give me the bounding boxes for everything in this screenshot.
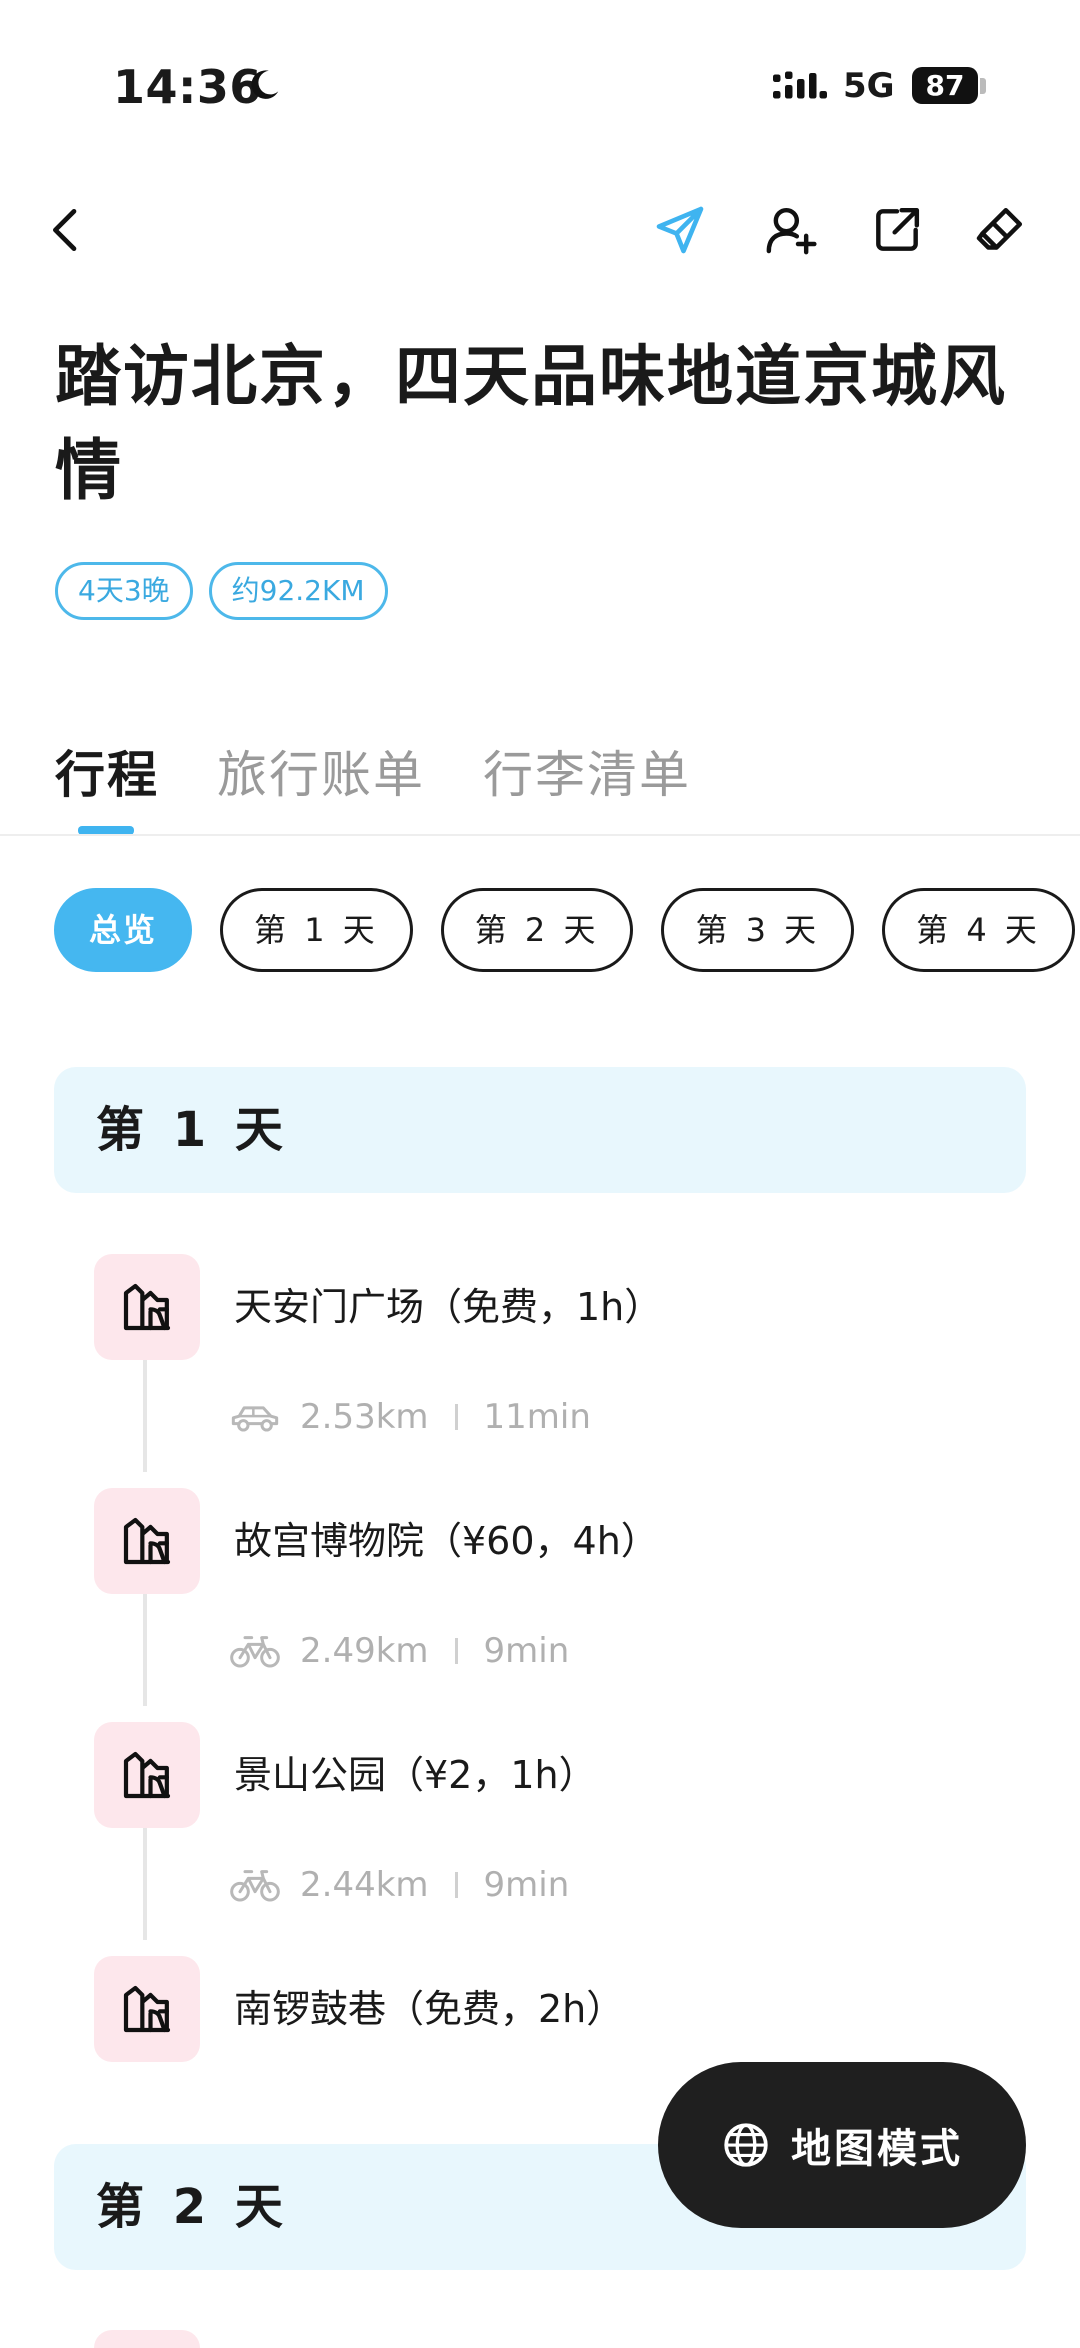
status-bar: 14:36 5G 87 (0, 0, 1080, 175)
stop-item[interactable]: 景山公园（¥2，1h） (94, 1722, 994, 1828)
edit-button[interactable] (965, 190, 1035, 270)
leg-separator (454, 1404, 458, 1430)
add-companion-button[interactable] (756, 190, 826, 270)
leg-duration: 9min (483, 1865, 570, 1905)
distance-tag: 约92.2KM (208, 562, 388, 620)
battery-nub (980, 78, 986, 94)
attraction-icon-badge (94, 1956, 200, 2062)
route-leg: 2.44km 9min (228, 1855, 569, 1915)
stop-name: 天安门广场（免费，1h） (234, 1285, 663, 1329)
attraction-icon-badge (94, 1722, 200, 1828)
chevron-left-icon (53, 209, 77, 252)
timeline-connector (143, 1828, 147, 1940)
stop-name: 故宫博物院（¥60，4h） (234, 1519, 659, 1563)
car-icon (231, 1406, 279, 1432)
battery-indicator: 87 (912, 67, 978, 104)
day-header-label: 第 1 天 (96, 1102, 289, 1158)
chip-overview[interactable]: 总览 (54, 888, 193, 972)
stop-item[interactable]: 故宫博物院（¥60，4h） (94, 1488, 994, 1594)
leg-distance: 2.49km (300, 1631, 429, 1671)
chip-day-3[interactable]: 第 3 天 (661, 888, 855, 972)
tab-itinerary[interactable]: 行程 (55, 735, 159, 807)
nav-bar (0, 190, 1080, 270)
day-chips: 总览 第 1 天 第 2 天 第 3 天 第 4 天 + (54, 888, 1080, 972)
leg-duration: 11min (483, 1397, 591, 1437)
itinerary-page: 14:36 5G 87 踏访北京，四天品味地道京城风情 4天3晚 约92.2KM… (0, 0, 1080, 2348)
signal-icon (773, 71, 827, 99)
paper-plane-icon (656, 206, 704, 254)
timeline-connector (143, 1594, 147, 1706)
route-leg: 2.49km 9min (228, 1621, 569, 1681)
tabs-divider (0, 834, 1080, 836)
trip-tags: 4天3晚 约92.2KM (55, 562, 388, 620)
network-label: 5G (843, 66, 895, 106)
stop-name: 景山公园（¥2，1h） (234, 1753, 597, 1797)
timeline-connector (143, 1360, 147, 1472)
stop-item[interactable]: 南锣鼓巷（免费，2h） (94, 1956, 994, 2062)
bike-icon (230, 1870, 280, 1902)
status-time: 14:36 (113, 60, 262, 114)
send-button[interactable] (645, 190, 715, 270)
bike-icon (230, 1636, 280, 1668)
attraction-icon (123, 1985, 171, 2033)
leg-separator (454, 1872, 458, 1898)
share-icon (876, 207, 920, 251)
leg-distance: 2.44km (300, 1865, 429, 1905)
map-mode-label: 地图模式 (791, 2126, 963, 2172)
day-header-1: 第 1 天 (54, 1067, 1026, 1193)
eraser-icon (976, 207, 1023, 250)
chip-day-4[interactable]: 第 4 天 (882, 888, 1075, 972)
attraction-icon (123, 1283, 171, 1331)
attraction-icon-badge (94, 2330, 200, 2348)
trip-title: 踏访北京，四天品味地道京城风情 (55, 338, 1007, 509)
attraction-icon-badge (94, 1254, 200, 1360)
globe-icon (724, 2123, 768, 2167)
tab-travel-bill[interactable]: 旅行账单 (217, 735, 425, 807)
duration-tag: 4天3晚 (55, 562, 193, 620)
attraction-icon (123, 1751, 171, 1799)
attraction-icon (123, 1517, 171, 1565)
chip-day-2[interactable]: 第 2 天 (440, 888, 634, 972)
map-mode-button[interactable]: 地图模式 (658, 2062, 1026, 2228)
attraction-icon-badge (94, 1488, 200, 1594)
route-leg: 2.53km 11min (228, 1387, 591, 1447)
leg-duration: 9min (483, 1631, 570, 1671)
share-button[interactable] (862, 190, 932, 270)
back-button[interactable] (32, 190, 102, 270)
moon-icon (251, 70, 279, 99)
stop-item[interactable] (94, 2330, 994, 2348)
day-header-label: 第 2 天 (96, 2179, 289, 2235)
tab-packing-list[interactable]: 行李清单 (483, 735, 691, 807)
stop-item[interactable]: 天安门广场（免费，1h） (94, 1254, 994, 1360)
chip-day-1[interactable]: 第 1 天 (220, 888, 413, 972)
stop-name: 南锣鼓巷（免费，2h） (234, 1987, 625, 2031)
tab-bar: 行程 旅行账单 行李清单 (55, 735, 691, 807)
leg-distance: 2.53km (300, 1397, 429, 1437)
add-user-icon (766, 207, 817, 255)
leg-separator (454, 1638, 458, 1664)
